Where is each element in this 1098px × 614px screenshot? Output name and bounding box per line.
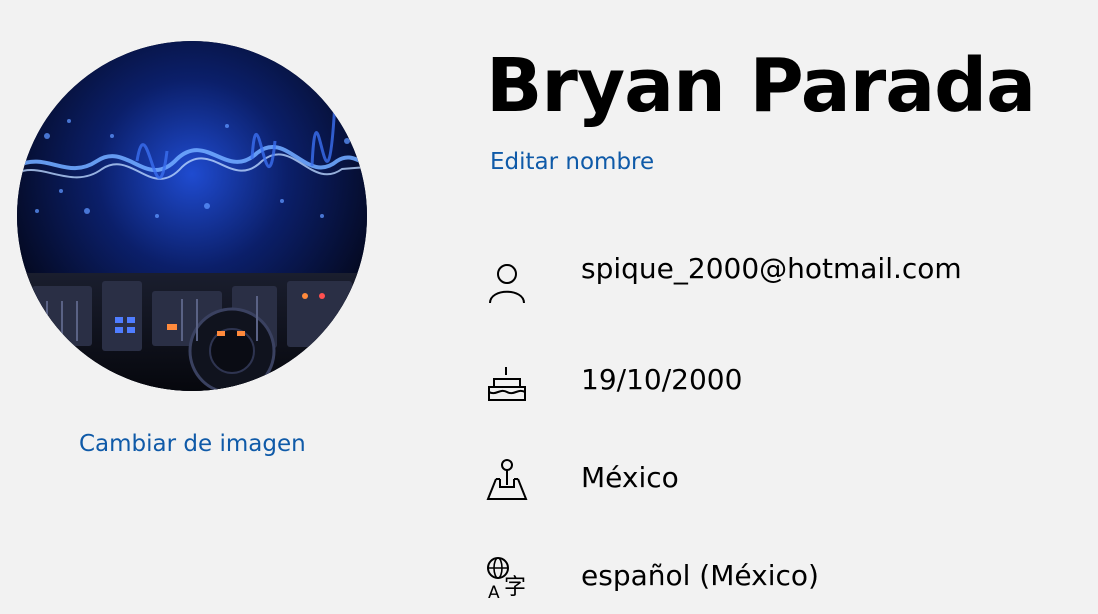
- language-icon: A 字: [486, 556, 530, 600]
- map-pin-icon: [486, 457, 530, 501]
- email-value: spique_2000@hotmail.com: [581, 252, 962, 285]
- country-value: México: [581, 461, 679, 494]
- birthday-cake-icon: [486, 363, 530, 407]
- profile-picture[interactable]: [17, 41, 367, 391]
- svg-text:A: A: [488, 583, 500, 600]
- profile-name: Bryan Parada: [486, 43, 1036, 129]
- language-value: español (México): [581, 559, 819, 592]
- person-icon: [486, 260, 530, 304]
- svg-text:字: 字: [504, 575, 526, 600]
- birthdate-value: 19/10/2000: [581, 363, 743, 396]
- edit-name-link[interactable]: Editar nombre: [490, 149, 654, 175]
- change-image-link[interactable]: Cambiar de imagen: [79, 431, 306, 457]
